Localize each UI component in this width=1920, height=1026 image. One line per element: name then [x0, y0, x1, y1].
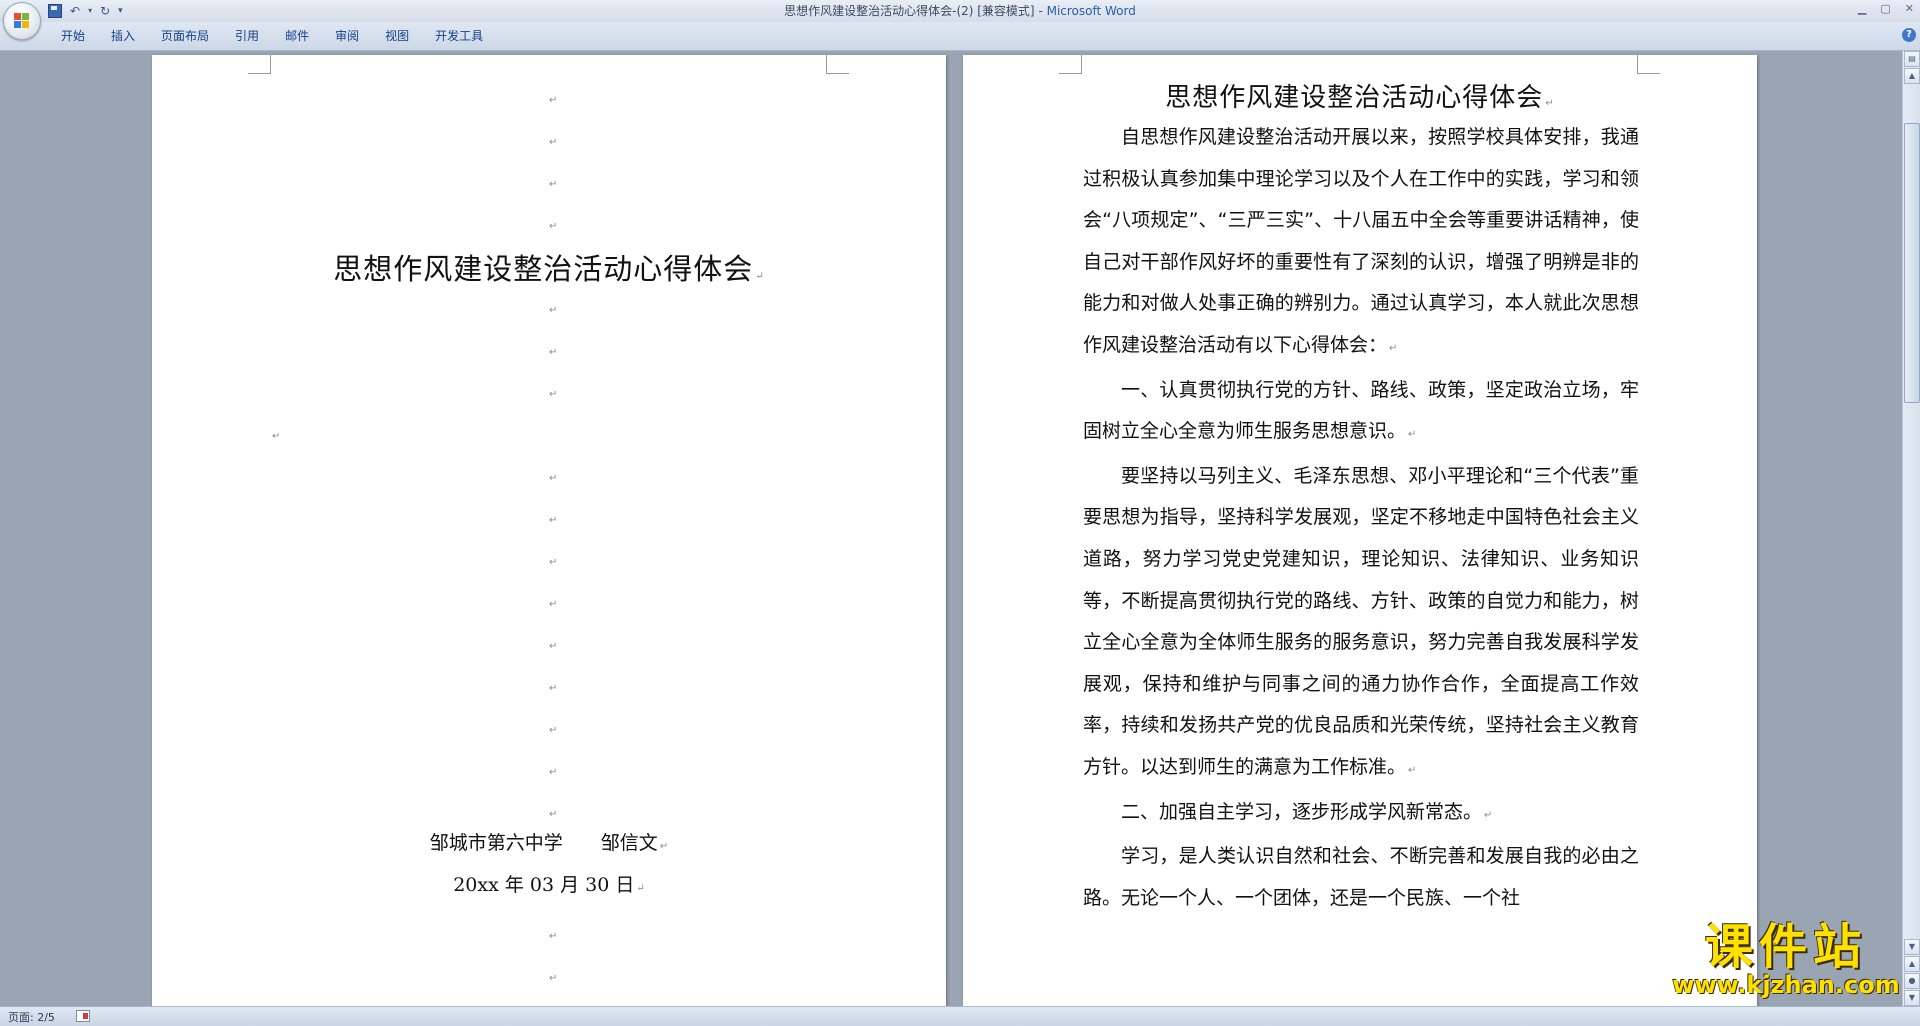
paragraph-mark: ↵ [549, 809, 558, 820]
paragraph-mark: ↵ [549, 725, 558, 736]
title-bar: ↶ ▾ ↻ ▾ 思想作风建设整治活动心得体会-(2) [兼容模式] - Micr… [0, 0, 1920, 40]
body-text: 自思想作风建设整治活动开展以来，按照学校具体安排，我通过积极认真参加集中理论学习… [1083, 117, 1639, 919]
tab-view[interactable]: 视图 [372, 28, 422, 44]
previous-page-icon[interactable]: ▲ [1904, 956, 1920, 972]
cover-date: 20xx 年 03 月 30 日 ↵ [152, 870, 946, 897]
next-page-icon[interactable]: ▼ [1904, 990, 1920, 1006]
paragraph-mark: ↵ [659, 841, 669, 852]
body-paragraph-text: 学习，是人类认识自然和社会、不断完善和发展自我的必由之路。无论一个人、一个团体，… [1083, 845, 1639, 909]
page-indicator[interactable]: 页面: 2/5 [8, 1009, 55, 1025]
help-icon[interactable]: ? [1902, 28, 1916, 42]
paragraph-mark: ↵ [549, 683, 558, 694]
window-title: 思想作风建设整治活动心得体会-(2) [兼容模式] - Microsoft Wo… [0, 0, 1920, 22]
status-bar: 页面: 2/5 [0, 1006, 1920, 1026]
tab-developer[interactable]: 开发工具 [422, 28, 496, 44]
paragraph-mark: ↵ [1389, 342, 1398, 354]
page-body[interactable]: 思想作风建设整治活动心得体会 ↵ 自思想作风建设整治活动开展以来，按照学校具体安排… [963, 55, 1757, 1006]
app-name: Microsoft Word [1046, 4, 1136, 18]
paragraph-mark: ↵ [549, 389, 558, 400]
window-controls: ▁ ▢ ✕ [1858, 2, 1914, 15]
paragraph-mark: ↵ [549, 137, 558, 148]
tab-insert[interactable]: 插入 [98, 28, 148, 44]
body-title: 思想作风建设整治活动心得体会 ↵ [963, 77, 1757, 114]
tab-home[interactable]: 开始 [48, 28, 98, 44]
title-separator: - [1034, 4, 1047, 18]
page-cover[interactable]: ↵ ↵ ↵ ↵ 思想作风建设整治活动心得体会 ↵ ↵ ↵ ↵ ↵ ↵ ↵ ↵ ↵ … [152, 55, 946, 1006]
body-paragraph-text: 自思想作风建设整治活动开展以来，按照学校具体安排，我通过积极认真参加集中理论学习… [1083, 126, 1639, 356]
body-title-text: 思想作风建设整治活动心得体会 [1165, 83, 1544, 113]
ruler-toggle-icon[interactable]: ▤ [1904, 51, 1920, 67]
cover-date-text: 20xx 年 03 月 30 日 [453, 874, 635, 896]
ribbon-tabs: 开始 插入 页面布局 引用 邮件 审阅 视图 开发工具 [48, 28, 496, 44]
select-browse-object-icon[interactable]: ● [1904, 973, 1920, 989]
site-watermark: 课件站 www.kjzhan.com [1666, 922, 1906, 998]
paragraph-mark: ↵ [1484, 809, 1493, 821]
paragraph-mark: ↵ [636, 883, 645, 894]
body-paragraph-text: 二、加强自主学习，逐步形成学风新常态。 [1121, 800, 1483, 823]
cover-author-line: 邹城市第六中学 邹信文 ↵ [152, 828, 946, 855]
tab-page-layout[interactable]: 页面布局 [148, 28, 222, 44]
paragraph-mark: ↵ [1545, 98, 1555, 109]
document-area[interactable]: ↵ ↵ ↵ ↵ 思想作风建设整治活动心得体会 ↵ ↵ ↵ ↵ ↵ ↵ ↵ ↵ ↵ … [0, 51, 1901, 1006]
body-paragraph: 二、加强自主学习，逐步形成学风新常态。 ↵ [1083, 792, 1639, 837]
margin-corner-mark [248, 55, 271, 74]
margin-corner-mark [1059, 55, 1082, 74]
paragraph-mark: ↵ [549, 221, 558, 232]
margin-corner-mark [826, 55, 849, 74]
paragraph-mark: ↵ [272, 431, 281, 442]
tab-references[interactable]: 引用 [222, 28, 272, 44]
close-icon[interactable]: ✕ [1905, 2, 1914, 15]
tab-mailings[interactable]: 邮件 [272, 28, 322, 44]
scroll-down-icon[interactable]: ▼ [1904, 939, 1920, 955]
paragraph-mark: ↵ [549, 515, 558, 526]
paragraph-mark: ↵ [549, 767, 558, 778]
scroll-up-icon[interactable]: ▲ [1904, 68, 1920, 84]
watermark-text: 课件站 [1704, 919, 1867, 975]
paragraph-mark: ↵ [549, 305, 558, 316]
margin-corner-mark [1637, 55, 1660, 74]
office-button[interactable] [3, 2, 41, 40]
vertical-scrollbar[interactable]: ▤ ▲ ▼ ▲ ● ▼ [1902, 51, 1920, 1006]
body-paragraph: 自思想作风建设整治活动开展以来，按照学校具体安排，我通过积极认真参加集中理论学习… [1083, 117, 1639, 370]
paragraph-mark: ↵ [549, 599, 558, 610]
watermark-url: www.kjzhan.com [1672, 971, 1900, 999]
body-paragraph: 学习，是人类认识自然和社会、不断完善和发展自我的必由之路。无论一个人、一个团体，… [1083, 836, 1639, 919]
paragraph-mark: ↵ [549, 973, 558, 984]
cover-title-text: 思想作风建设整治活动心得体会 [333, 252, 754, 286]
body-paragraph-text: 一、认真贯彻执行党的方针、路线、政策，坚定政治立场，牢固树立全心全意为师生服务思… [1083, 378, 1639, 443]
body-paragraph: 一、认真贯彻执行党的方针、路线、政策，坚定政治立场，牢固树立全心全意为师生服务思… [1083, 370, 1639, 456]
body-paragraph: 要坚持以马列主义、毛泽东思想、邓小平理论和“三个代表”重要思想为指导，坚持科学发… [1083, 456, 1639, 792]
paragraph-mark: ↵ [549, 95, 558, 106]
cover-title: 思想作风建设整治活动心得体会 ↵ [152, 246, 946, 288]
paragraph-mark: ↵ [549, 557, 558, 568]
paragraph-mark: ↵ [1408, 764, 1417, 776]
paragraph-mark: ↵ [549, 347, 558, 358]
macro-record-icon[interactable] [76, 1010, 90, 1022]
office-logo-icon [14, 13, 30, 29]
ribbon: 开始 插入 页面布局 引用 邮件 审阅 视图 开发工具 ? [0, 22, 1920, 51]
document-title: 思想作风建设整治活动心得体会-(2) [兼容模式] [784, 4, 1035, 18]
minimize-icon[interactable]: ▁ [1858, 2, 1866, 15]
body-paragraph-text: 要坚持以马列主义、毛泽东思想、邓小平理论和“三个代表”重要思想为指导，坚持科学发… [1083, 464, 1639, 778]
scrollbar-thumb[interactable] [1904, 123, 1920, 403]
paragraph-mark: ↵ [755, 271, 765, 282]
cover-author-text: 邹城市第六中学 邹信文 [429, 832, 658, 854]
paragraph-mark: ↵ [549, 473, 558, 484]
paragraph-mark: ↵ [1408, 429, 1417, 441]
paragraph-mark: ↵ [549, 641, 558, 652]
maximize-icon[interactable]: ▢ [1880, 2, 1890, 15]
paragraph-mark: ↵ [549, 931, 558, 942]
paragraph-mark: ↵ [549, 179, 558, 190]
tab-review[interactable]: 审阅 [322, 28, 372, 44]
